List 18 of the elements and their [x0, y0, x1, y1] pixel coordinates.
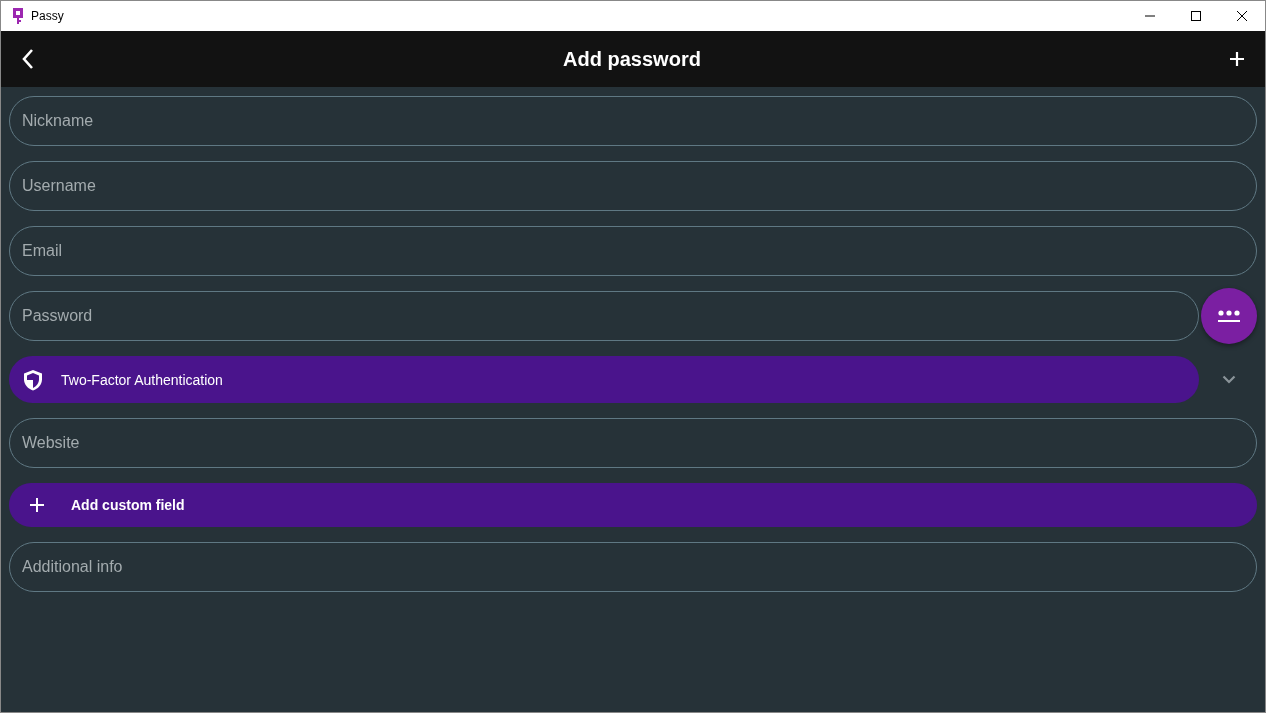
- back-icon[interactable]: [21, 48, 35, 70]
- input-field[interactable]: Password: [9, 291, 1199, 341]
- generate-password-button[interactable]: [1201, 288, 1257, 344]
- add-icon[interactable]: [1229, 51, 1245, 67]
- input-field[interactable]: Email: [9, 226, 1257, 276]
- window-title: Passy: [31, 9, 64, 23]
- input-field[interactable]: Additional info: [9, 542, 1257, 592]
- plus-icon: [29, 497, 45, 513]
- expander-bar[interactable]: Two-Factor Authentication: [9, 356, 1199, 403]
- page-title: Add password: [562, 47, 702, 71]
- password-dots-icon: [1217, 309, 1241, 323]
- app-icon: [12, 8, 24, 24]
- expander-label: Two-Factor Authentication: [61, 371, 223, 388]
- add-custom-field-button[interactable]: Add custom field: [9, 483, 1257, 527]
- input-field[interactable]: Nickname: [9, 96, 1257, 146]
- shield-icon: [23, 368, 43, 391]
- input-field[interactable]: Website: [9, 418, 1257, 468]
- input-field[interactable]: Username: [9, 161, 1257, 211]
